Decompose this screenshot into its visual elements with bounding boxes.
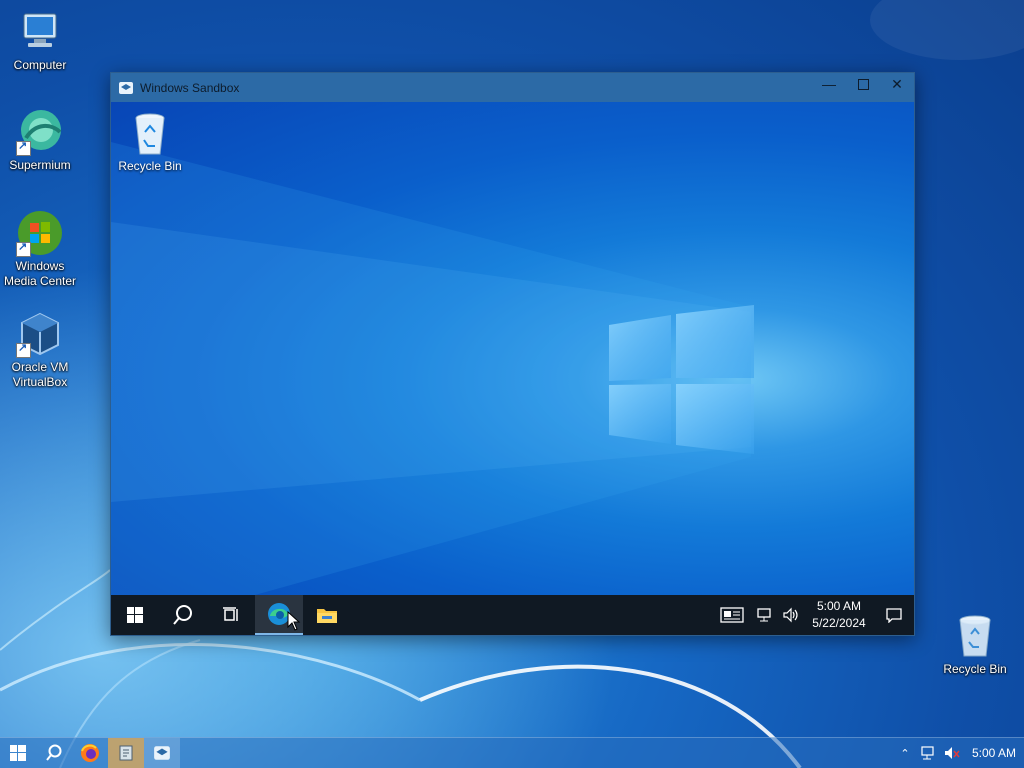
- minimize-icon: —: [822, 76, 836, 92]
- host-volume-button[interactable]: [940, 746, 964, 760]
- host-clock[interactable]: 5:00 AM: [964, 746, 1024, 760]
- desktop-icon-computer[interactable]: Computer: [0, 8, 80, 73]
- desktop-icon-label: Windows Media Center: [3, 259, 77, 288]
- computer-icon: [16, 8, 64, 56]
- sandbox-task-view-button[interactable]: [207, 595, 255, 635]
- show-hidden-icons-button[interactable]: ⌃: [894, 747, 916, 760]
- recycle-bin-icon: [135, 113, 165, 155]
- network-icon: [921, 746, 934, 760]
- network-icon: [757, 608, 771, 622]
- windows-media-center-icon: [16, 209, 64, 257]
- start-icon: [127, 607, 143, 623]
- host-windows-sandbox-button[interactable]: [144, 738, 180, 768]
- desktop-icon-supermium[interactable]: Supermium: [0, 108, 80, 173]
- app-icon: [119, 745, 133, 761]
- mouse-cursor-icon: [287, 611, 301, 631]
- shortcut-arrow-icon: [16, 341, 31, 358]
- volume-muted-icon: [945, 747, 960, 759]
- window-titlebar[interactable]: Windows Sandbox — ✕: [111, 73, 914, 102]
- host-system-tray: ⌃ 5:00 AM: [894, 738, 1024, 768]
- news-icon: [720, 607, 744, 623]
- windows-sandbox-icon: [154, 746, 170, 760]
- host-search-button[interactable]: [36, 738, 72, 768]
- windows-sandbox-icon: [119, 81, 133, 94]
- desktop-icon-label: Supermium: [9, 158, 71, 172]
- file-explorer-icon: [317, 609, 337, 623]
- desktop-icon-virtualbox[interactable]: Oracle VM VirtualBox: [0, 310, 80, 390]
- close-icon: ✕: [891, 75, 903, 92]
- window-title: Windows Sandbox: [140, 80, 240, 95]
- sandbox-file-explorer-button[interactable]: [303, 595, 351, 635]
- action-center-icon: [886, 608, 902, 623]
- sandbox-taskbar: 5:00 AM 5/22/2024: [111, 595, 914, 635]
- search-icon: [46, 744, 62, 761]
- virtualbox-icon: [16, 310, 64, 358]
- sandbox-search-button[interactable]: [159, 595, 207, 635]
- network-button[interactable]: [752, 607, 778, 623]
- task-view-icon: [223, 607, 238, 621]
- shortcut-arrow-icon: [16, 139, 31, 156]
- search-icon: [173, 605, 192, 625]
- shortcut-arrow-icon: [16, 240, 31, 257]
- host-network-button[interactable]: [916, 746, 940, 760]
- maximize-button[interactable]: [846, 73, 880, 95]
- clock-date: 5/22/2024: [812, 616, 866, 630]
- minimize-button[interactable]: —: [812, 73, 846, 95]
- host-taskbar: ⌃ 5:00 AM: [0, 737, 1024, 768]
- news-button[interactable]: [712, 607, 752, 623]
- desktop-icon-label: Recycle Bin: [118, 159, 182, 173]
- sandbox-desktop[interactable]: Recycle Bin 5:00 AM 5/22/2024: [111, 102, 914, 635]
- volume-button[interactable]: [778, 607, 804, 623]
- sandbox-recycle-bin[interactable]: Recycle Bin: [117, 112, 183, 173]
- recycle-bin-icon: [951, 612, 999, 660]
- start-icon: [10, 745, 26, 761]
- close-button[interactable]: ✕: [880, 73, 914, 95]
- desktop-icon-windows-media-center[interactable]: Windows Media Center: [0, 209, 80, 289]
- desktop-icon-label: Recycle Bin: [943, 662, 1007, 676]
- notifications-button[interactable]: [874, 607, 914, 623]
- supermium-icon: [16, 108, 64, 156]
- windows-sandbox-window[interactable]: Windows Sandbox — ✕ Recycle Bin 5:00 AM …: [110, 72, 915, 636]
- volume-icon: [783, 607, 798, 623]
- chevron-up-icon: ⌃: [900, 747, 910, 760]
- desktop-icon-label: Oracle VM VirtualBox: [11, 360, 69, 389]
- desktop-icon-recycle-bin[interactable]: Recycle Bin: [935, 612, 1015, 677]
- windows-10-wallpaper: [111, 142, 754, 635]
- clock-time: 5:00 AM: [816, 599, 862, 613]
- sandbox-start-button[interactable]: [111, 595, 159, 635]
- host-app-button[interactable]: [108, 738, 144, 768]
- host-start-button[interactable]: [0, 738, 36, 768]
- sandbox-system-tray: 5:00 AM 5/22/2024: [712, 595, 914, 635]
- sandbox-clock[interactable]: 5:00 AM 5/22/2024: [804, 598, 874, 632]
- host-firefox-button[interactable]: [72, 738, 108, 768]
- maximize-icon: [857, 78, 869, 90]
- firefox-icon: [81, 744, 99, 762]
- desktop-icon-label: Computer: [13, 58, 67, 72]
